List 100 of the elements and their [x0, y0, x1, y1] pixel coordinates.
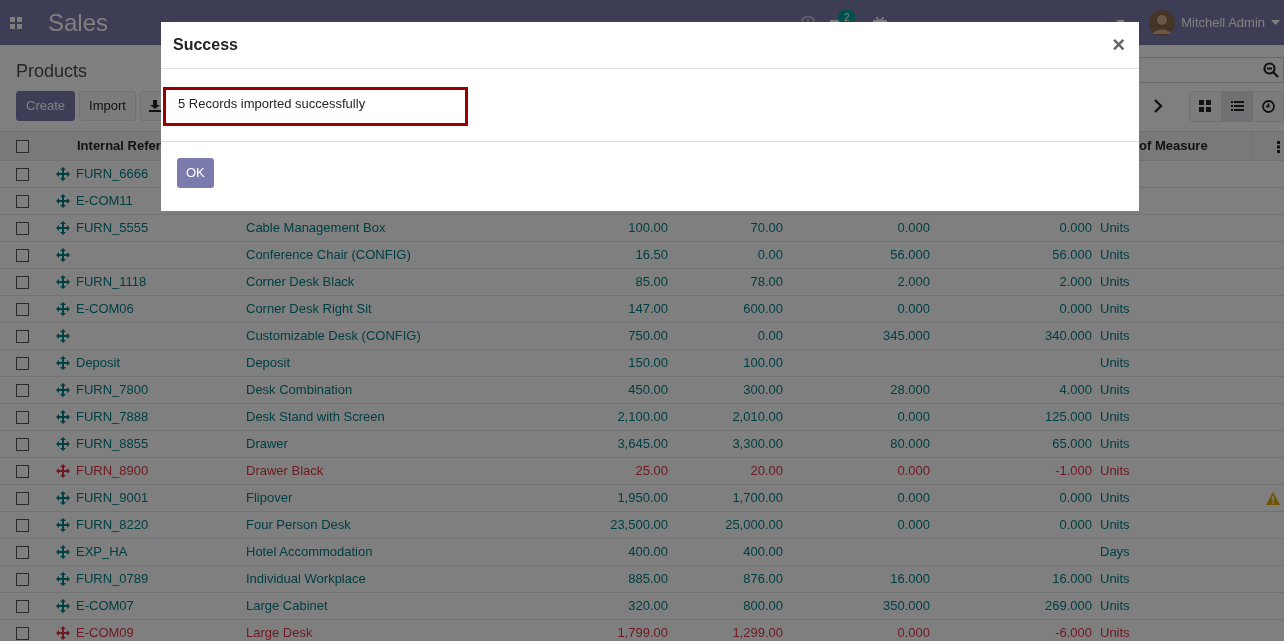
- table-cell: 0.00: [676, 322, 791, 349]
- table-cell: Units: [1100, 214, 1252, 241]
- checkbox[interactable]: [15, 329, 29, 343]
- table-cell: Four Person Desk: [236, 511, 560, 538]
- table-cell: 269.000: [938, 592, 1100, 619]
- drag-handle-icon[interactable]: [56, 517, 70, 532]
- checkbox[interactable]: [15, 302, 29, 316]
- app-name[interactable]: Sales: [48, 4, 109, 41]
- drag-handle-icon[interactable]: [56, 329, 70, 344]
- checkbox[interactable]: [15, 437, 29, 451]
- drag-handle-icon[interactable]: [56, 274, 70, 289]
- list-view-icon: [1230, 100, 1244, 113]
- table-cell: FURN_5555: [76, 220, 149, 236]
- checkbox[interactable]: [15, 194, 29, 208]
- drag-handle-icon[interactable]: [56, 463, 70, 478]
- download-icon: [148, 100, 161, 112]
- table-cell: Units: [1100, 376, 1252, 403]
- drag-handle-icon[interactable]: [56, 193, 70, 208]
- drag-handle-icon[interactable]: [56, 409, 70, 424]
- table-cell: Desk Stand with Screen: [236, 403, 560, 430]
- table-cell: 0.000: [938, 295, 1100, 322]
- checkbox[interactable]: [15, 356, 29, 370]
- checkbox[interactable]: [15, 626, 29, 640]
- checkbox[interactable]: [15, 599, 29, 613]
- column-options-icon[interactable]: [1277, 140, 1280, 153]
- checkbox[interactable]: [15, 383, 29, 397]
- table-cell: Units: [1100, 430, 1252, 457]
- next-page-icon[interactable]: [1153, 99, 1163, 113]
- checkbox[interactable]: [15, 545, 29, 559]
- table-cell: FURN_7888: [76, 409, 149, 425]
- drag-handle-icon[interactable]: [56, 355, 70, 370]
- drag-handle-icon[interactable]: [56, 382, 70, 397]
- drag-handle-icon[interactable]: [56, 544, 70, 559]
- table-cell: 350.000: [791, 592, 938, 619]
- import-button[interactable]: Import: [79, 91, 136, 121]
- table-cell: 400.00: [676, 538, 791, 565]
- drag-handle-icon[interactable]: [56, 248, 70, 263]
- table-cell: 70.00: [676, 214, 791, 241]
- table-cell: Units: [1100, 592, 1252, 619]
- zoom-out-icon[interactable]: [1263, 62, 1279, 78]
- checkbox[interactable]: [15, 572, 29, 586]
- checkbox[interactable]: [15, 140, 29, 154]
- ok-button[interactable]: OK: [177, 158, 214, 188]
- table-cell: 0.000: [791, 484, 938, 511]
- column-header[interactable]: of Measure: [1139, 138, 1208, 153]
- table-cell: FURN_8900: [76, 463, 149, 479]
- table-cell: FURN_0789: [76, 571, 149, 587]
- apps-menu-icon[interactable]: [10, 16, 22, 29]
- table-cell: Drawer: [236, 430, 560, 457]
- checkbox[interactable]: [15, 275, 29, 289]
- table-cell: E-COM06: [76, 301, 134, 317]
- table-cell: 3,645.00: [560, 430, 676, 457]
- caret-icon: [1271, 20, 1280, 25]
- table-cell: 147.00: [560, 295, 676, 322]
- drag-handle-icon[interactable]: [56, 301, 70, 316]
- user-menu[interactable]: Mitchell Admin: [1149, 9, 1280, 36]
- table-cell: Corner Desk Right Sit: [236, 295, 560, 322]
- checkbox[interactable]: [15, 410, 29, 424]
- checkbox[interactable]: [15, 221, 29, 235]
- table-cell: 56.000: [938, 241, 1100, 268]
- table-cell: Units: [1100, 349, 1252, 376]
- table-cell: E-COM11: [76, 193, 133, 209]
- table-cell: Units: [1100, 619, 1252, 641]
- checkbox[interactable]: [15, 248, 29, 262]
- table-cell: Cable Management Box: [236, 214, 560, 241]
- avatar-icon: [1149, 9, 1176, 36]
- table-cell: 800.00: [676, 592, 791, 619]
- view-switch-button[interactable]: [1221, 92, 1252, 121]
- table-cell: Units: [1100, 457, 1252, 484]
- table-cell: Units: [1100, 565, 1252, 592]
- drag-handle-icon[interactable]: [56, 436, 70, 451]
- table-cell: 25,000.00: [676, 511, 791, 538]
- table-cell: FURN_1118: [76, 274, 147, 290]
- table-cell: Corner Desk Black: [236, 268, 560, 295]
- table-cell: Units: [1100, 241, 1252, 268]
- drag-handle-icon[interactable]: [56, 220, 70, 235]
- checkbox[interactable]: [15, 167, 29, 181]
- table-cell: Flipover: [236, 484, 560, 511]
- table-cell: 1,950.00: [560, 484, 676, 511]
- close-button[interactable]: ×: [1112, 34, 1125, 56]
- table-cell: FURN_6666: [76, 166, 149, 182]
- checkbox[interactable]: [15, 464, 29, 478]
- drag-handle-icon[interactable]: [56, 166, 70, 181]
- create-button[interactable]: Create: [16, 91, 76, 121]
- table-cell: Large Cabinet: [236, 592, 560, 619]
- drag-handle-icon[interactable]: [56, 598, 70, 613]
- drag-handle-icon[interactable]: [56, 490, 70, 505]
- table-cell: 0.000: [938, 484, 1100, 511]
- drag-handle-icon[interactable]: [56, 625, 70, 640]
- table-cell: Units: [1100, 511, 1252, 538]
- table-cell: 125.000: [938, 403, 1100, 430]
- table-cell: 85.00: [560, 268, 676, 295]
- checkbox[interactable]: [15, 518, 29, 532]
- table-cell: 23,500.00: [560, 511, 676, 538]
- table-cell: 1,700.00: [676, 484, 791, 511]
- table-cell: FURN_8855: [76, 436, 149, 452]
- table-cell: 56.000: [791, 241, 938, 268]
- table-cell: 0.000: [791, 619, 938, 641]
- checkbox[interactable]: [15, 491, 29, 505]
- drag-handle-icon[interactable]: [56, 571, 70, 586]
